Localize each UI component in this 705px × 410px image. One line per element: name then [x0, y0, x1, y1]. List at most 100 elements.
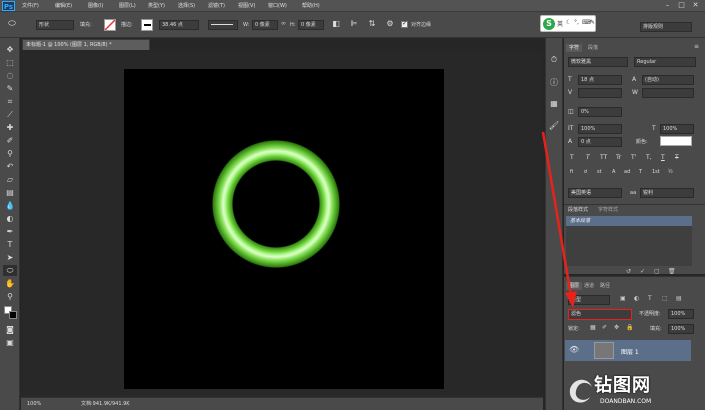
path-alignment-icon[interactable]: ⊫ [348, 19, 360, 31]
font-family-select[interactable]: 微软雅黑 [568, 57, 628, 67]
lasso-tool-icon[interactable]: ◌ [3, 70, 17, 81]
layer-name[interactable]: 图层 1 [621, 347, 639, 356]
align-edges-checkbox[interactable]: ✓ [401, 20, 408, 28]
shape-mode-select[interactable]: 形状 [36, 20, 74, 30]
menu-layer[interactable]: 图层(L) [119, 2, 136, 10]
tracking-select[interactable] [642, 88, 694, 98]
info-panel-icon[interactable]: ⓘ [548, 77, 560, 88]
minimize-icon[interactable]: – [662, 1, 673, 10]
history-brush-tool-icon[interactable]: ↶ [3, 161, 17, 172]
filter-pixel-icon[interactable]: ▣ [620, 295, 626, 302]
ellipse-tool-icon[interactable]: ⬭ [3, 265, 17, 276]
screen-mode-icon[interactable]: ▣ [3, 337, 17, 348]
background-color-swatch[interactable] [9, 311, 17, 319]
quick-select-tool-icon[interactable]: ✎ [3, 83, 17, 94]
ime-lang-icon[interactable]: 英 [557, 19, 563, 28]
eyedropper-tool-icon[interactable]: ⟋ [3, 109, 17, 120]
filter-adjust-icon[interactable]: ◐ [634, 295, 639, 302]
menu-select[interactable]: 选择(S) [178, 2, 195, 10]
filter-type-icon[interactable]: T [648, 295, 652, 302]
strikethrough-button[interactable]: T [675, 154, 679, 162]
menu-view[interactable]: 视图(V) [238, 2, 255, 10]
faux-italic-button[interactable]: T [586, 154, 590, 162]
link-icon[interactable]: ∞ [281, 20, 286, 27]
menu-filter[interactable]: 滤镜(T) [208, 2, 225, 10]
brush-tool-icon[interactable]: ✐ [3, 135, 17, 146]
filter-smart-icon[interactable]: ▤ [676, 295, 682, 302]
stroke-type-select[interactable] [208, 20, 238, 30]
underline-button[interactable]: T [661, 154, 665, 162]
redefine-style-icon[interactable]: ✓ [640, 268, 645, 275]
text-color-swatch[interactable] [660, 136, 692, 146]
fill-swatch[interactable] [104, 19, 116, 31]
marquee-tool-icon[interactable]: ⬚ [3, 57, 17, 68]
ime-tool-icon[interactable]: ✎ [590, 19, 595, 26]
close-icon[interactable]: ✕ [690, 1, 701, 10]
swatches-panel-icon[interactable]: ▦ [548, 98, 560, 109]
superscript-button[interactable]: T' [631, 154, 636, 162]
subscript-button[interactable]: T, [646, 154, 652, 162]
path-operations-icon[interactable]: ◧ [330, 19, 342, 31]
path-select-tool-icon[interactable]: ➤ [3, 252, 17, 263]
lock-position-icon[interactable]: ✥ [614, 324, 619, 331]
stroke-swatch[interactable] [141, 19, 153, 31]
move-tool-icon[interactable]: ✥ [3, 44, 17, 55]
path-arrange-icon[interactable]: ⇅ [366, 19, 378, 31]
tab-paths[interactable]: 路径 [600, 282, 610, 290]
lock-all-icon[interactable]: 🔒 [626, 324, 633, 331]
new-style-icon[interactable]: ▢ [654, 268, 660, 275]
dodge-tool-icon[interactable]: ◐ [3, 213, 17, 224]
menu-type[interactable]: 类型(Y) [148, 2, 165, 10]
menu-window[interactable]: 窗口(W) [268, 2, 287, 10]
titling-button[interactable]: T [639, 168, 642, 176]
gradient-tool-icon[interactable]: ▤ [3, 187, 17, 198]
opacity-input[interactable]: 100% [668, 309, 694, 319]
blur-tool-icon[interactable]: 💧 [3, 200, 17, 211]
kerning-input[interactable] [578, 88, 622, 98]
zoom-level[interactable]: 100% [27, 398, 41, 410]
panel-menu-icon[interactable]: ≡ [694, 43, 699, 50]
tab-paragraph[interactable]: 段落 [588, 44, 598, 52]
font-style-select[interactable]: Regular [634, 57, 696, 67]
ellipse-tool-preset-icon[interactable]: ⬭ [4, 17, 20, 31]
gear-icon[interactable]: ⚙ [384, 19, 396, 31]
menu-help[interactable]: 帮助(H) [302, 2, 320, 10]
history-panel-icon[interactable]: ⏱ [548, 54, 560, 65]
filter-shape-icon[interactable]: ⬚ [662, 295, 668, 302]
menu-file[interactable]: 文件(F) [22, 2, 39, 10]
tab-character-styles[interactable]: 字符样式 [598, 206, 618, 214]
all-caps-button[interactable]: TT [600, 154, 607, 162]
tab-channels[interactable]: 通道 [584, 282, 594, 290]
zoom-tool-icon[interactable]: ⚲ [3, 291, 17, 302]
pen-tool-icon[interactable]: ✒ [3, 226, 17, 237]
anti-alias-select[interactable]: 锐利 [640, 188, 694, 198]
maximize-icon[interactable]: □ [676, 1, 687, 10]
eraser-tool-icon[interactable]: ▱ [3, 174, 17, 185]
small-caps-button[interactable]: Tr [616, 154, 621, 162]
clone-stamp-tool-icon[interactable]: ⚲ [3, 148, 17, 159]
visibility-eye-icon[interactable]: 👁 [569, 345, 579, 354]
fractions-button[interactable]: ½ [668, 168, 673, 176]
fill-input[interactable]: 100% [668, 324, 694, 334]
width-input[interactable]: 0 像素 [252, 20, 278, 30]
tab-character[interactable]: 字符 [566, 44, 583, 52]
menu-edit[interactable]: 编辑(E) [55, 2, 72, 10]
ordinals-button[interactable]: 1st [652, 168, 660, 176]
height-input[interactable]: 0 像素 [298, 20, 324, 30]
quick-mask-icon[interactable]: ◙ [3, 324, 17, 335]
stylistic-alternates-button[interactable]: ad [624, 168, 630, 176]
document-tab[interactable]: 未标题-1 @ 100% (图层 1, RGB/8) * [22, 39, 150, 50]
delete-style-icon[interactable]: 🗑 [668, 268, 676, 275]
layer-thumbnail[interactable] [594, 342, 614, 359]
leading-input[interactable]: (自动) [642, 75, 694, 85]
hand-tool-icon[interactable]: ✋ [3, 278, 17, 289]
ime-punct-icon[interactable]: °, [574, 19, 579, 26]
menu-image[interactable]: 图像(I) [88, 2, 103, 10]
discretionary-ligatures-button[interactable]: st [597, 168, 602, 176]
healing-brush-tool-icon[interactable]: ✚ [3, 122, 17, 133]
type-tool-icon[interactable]: T [3, 239, 17, 250]
font-size-input[interactable]: 18 点 [578, 75, 622, 85]
lock-transparent-icon[interactable]: ▦ [590, 324, 596, 331]
stroke-width-input[interactable]: 38.46 点 [159, 20, 199, 30]
horizontal-scale-input[interactable]: 100% [660, 124, 694, 134]
